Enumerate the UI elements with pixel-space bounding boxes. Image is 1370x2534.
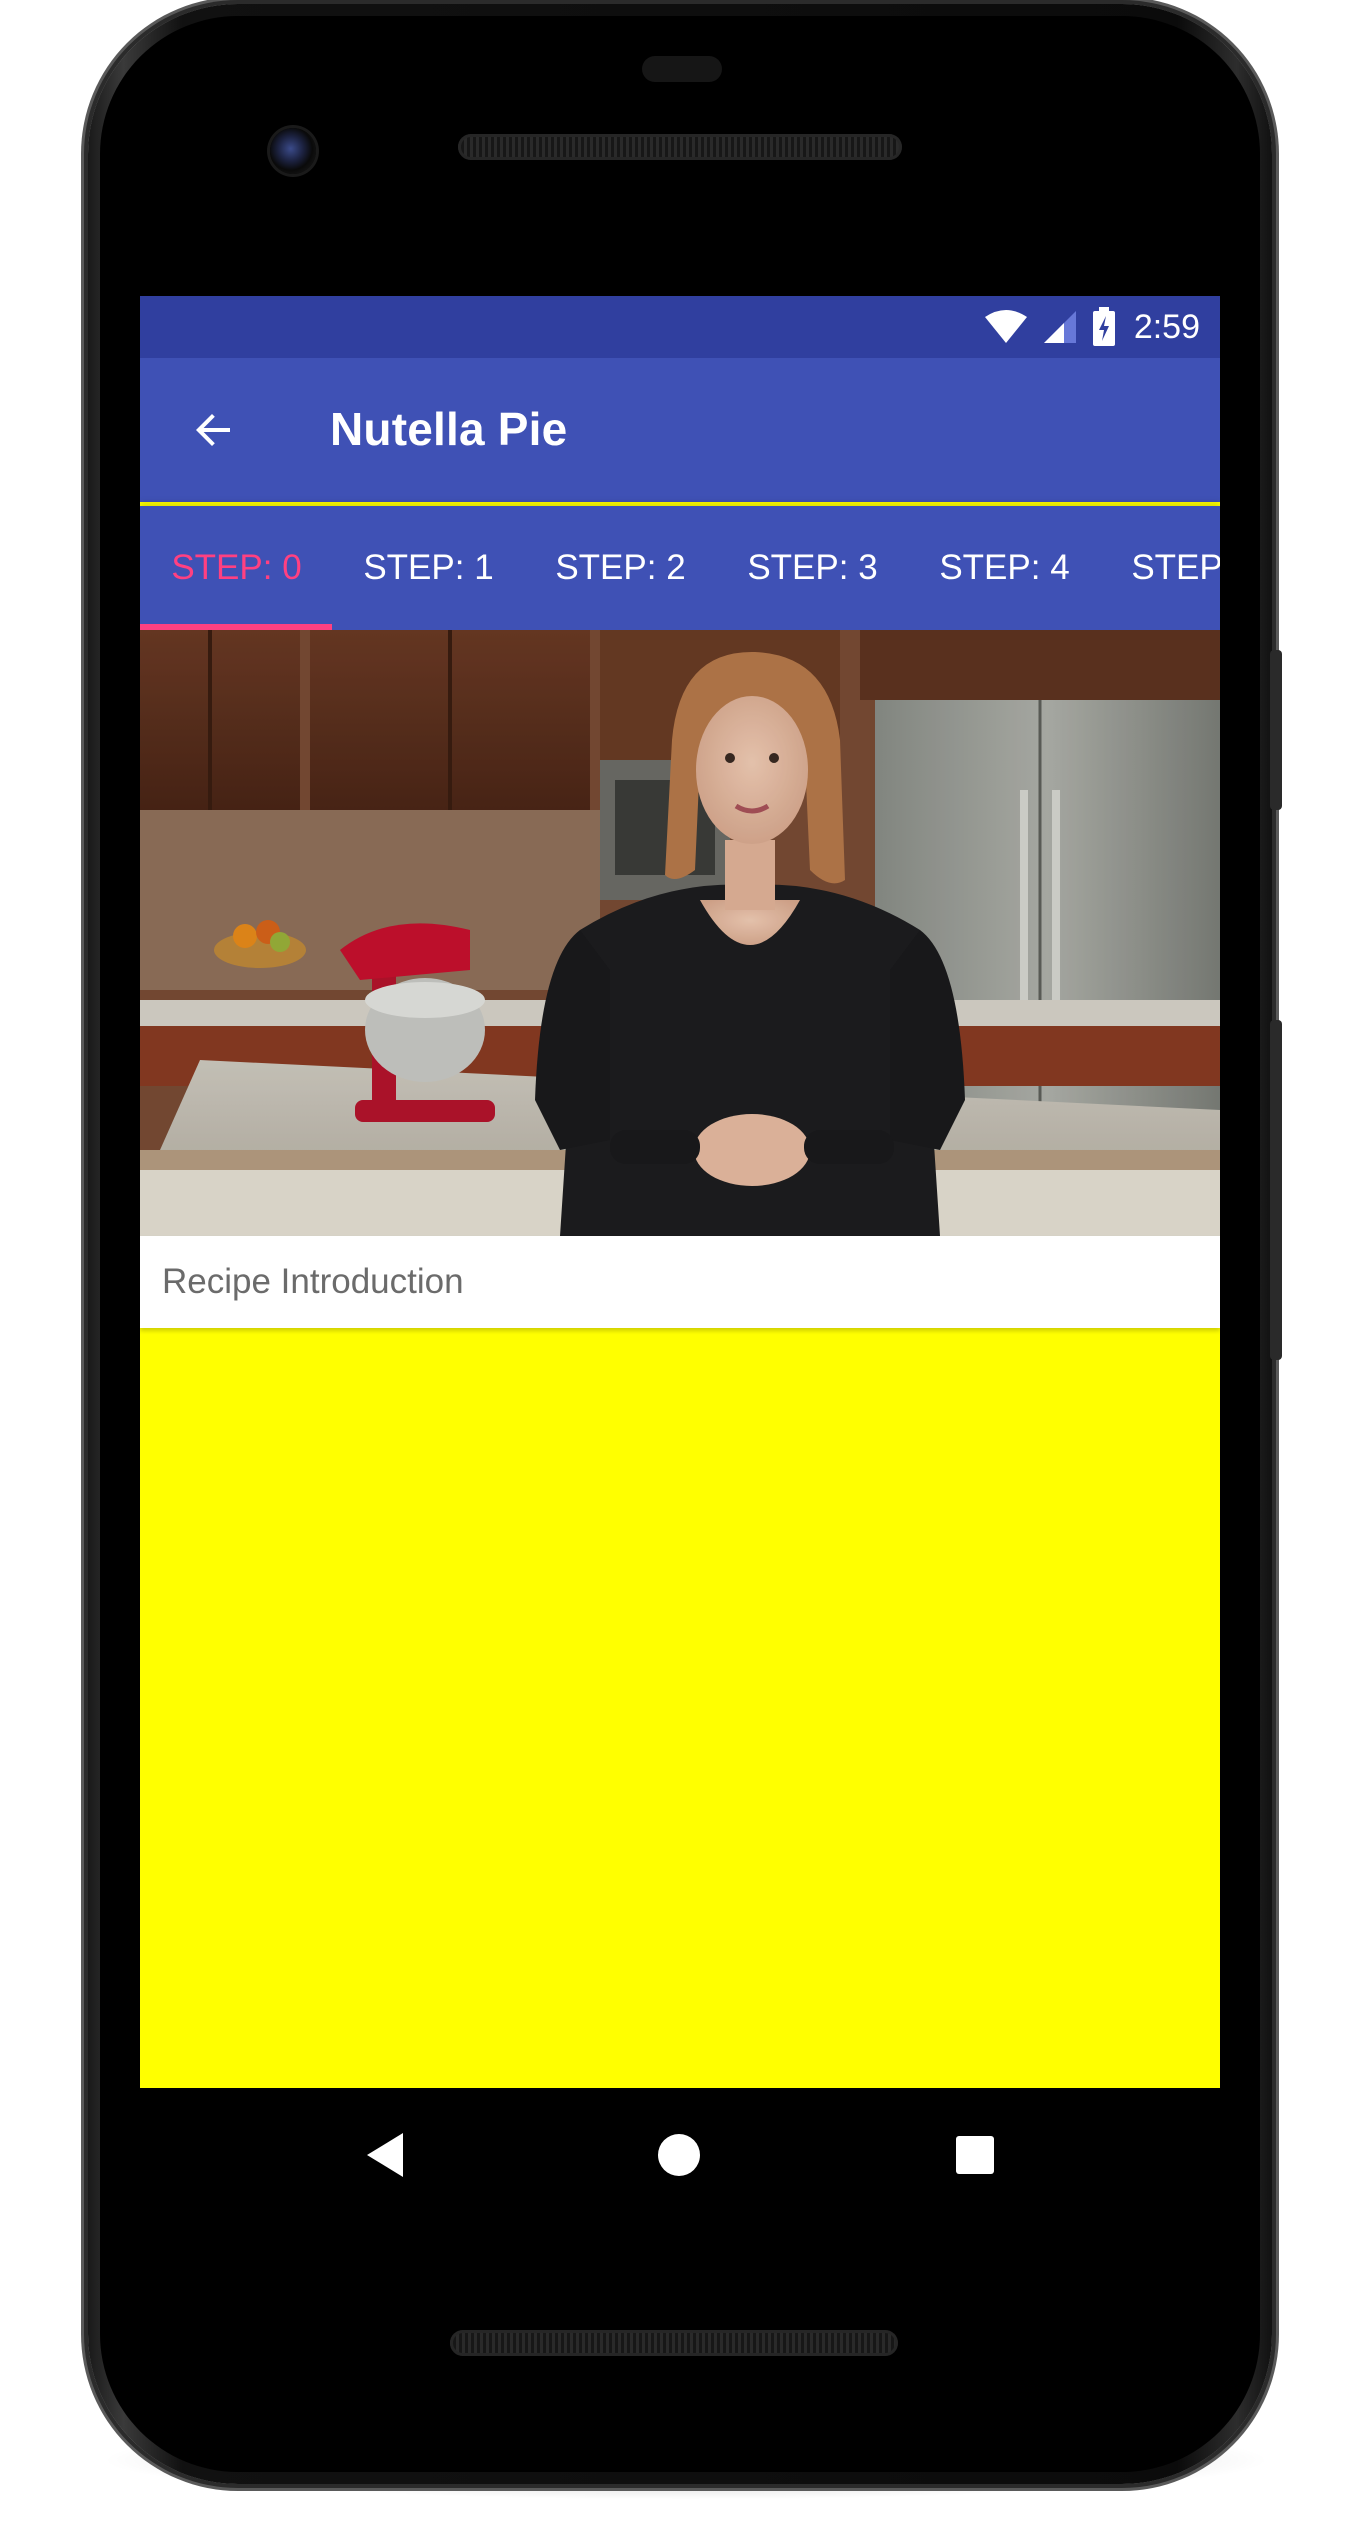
status-icons: 2:59 <box>984 306 1200 348</box>
power-button <box>1270 650 1282 810</box>
step-tab-bar: STEP: 0 STEP: 1 STEP: 2 STEP: 3 STEP: 4 … <box>140 506 1220 630</box>
tab-step-4[interactable]: STEP: 4 <box>908 506 1101 630</box>
wifi-icon <box>984 310 1027 343</box>
video-player[interactable] <box>140 630 1220 1236</box>
video-frame-image <box>140 630 1220 1236</box>
proximity-sensor <box>642 56 722 82</box>
volume-button <box>1270 1020 1282 1360</box>
cell-signal-icon <box>1043 311 1076 343</box>
status-bar: 2:59 <box>140 296 1220 358</box>
top-speaker-grille <box>458 134 902 160</box>
arrow-back-icon <box>196 414 230 446</box>
tab-step-0[interactable]: STEP: 0 <box>140 506 333 630</box>
back-triangle-icon <box>367 2133 403 2177</box>
back-button[interactable] <box>182 398 246 462</box>
nav-recents-button[interactable] <box>930 2110 1020 2200</box>
nav-back-button[interactable] <box>340 2110 430 2200</box>
tab-step-5[interactable]: STEP: 5 <box>1100 506 1220 630</box>
page-title: Nutella Pie <box>330 403 568 455</box>
front-camera-icon <box>270 128 316 174</box>
tab-step-2[interactable]: STEP: 2 <box>524 506 717 630</box>
tab-step-3[interactable]: STEP: 3 <box>716 506 909 630</box>
status-time: 2:59 <box>1133 307 1200 346</box>
tab-step-1[interactable]: STEP: 1 <box>332 506 525 630</box>
nav-home-button[interactable] <box>634 2110 724 2200</box>
battery-charging-icon <box>1092 307 1115 346</box>
step-description-card: Recipe Introduction <box>140 1236 1220 1328</box>
recents-square-icon <box>956 2136 994 2174</box>
app-bar: Nutella Pie <box>140 358 1220 502</box>
screen: 2:59 Nutella Pie STEP: 0 STEP: 1 STEP: 2… <box>140 296 1220 2088</box>
system-nav-bar <box>140 2088 1220 2218</box>
step-description: Recipe Introduction <box>162 1262 464 1301</box>
bottom-speaker-grille <box>450 2330 898 2356</box>
home-circle-icon <box>658 2134 700 2176</box>
